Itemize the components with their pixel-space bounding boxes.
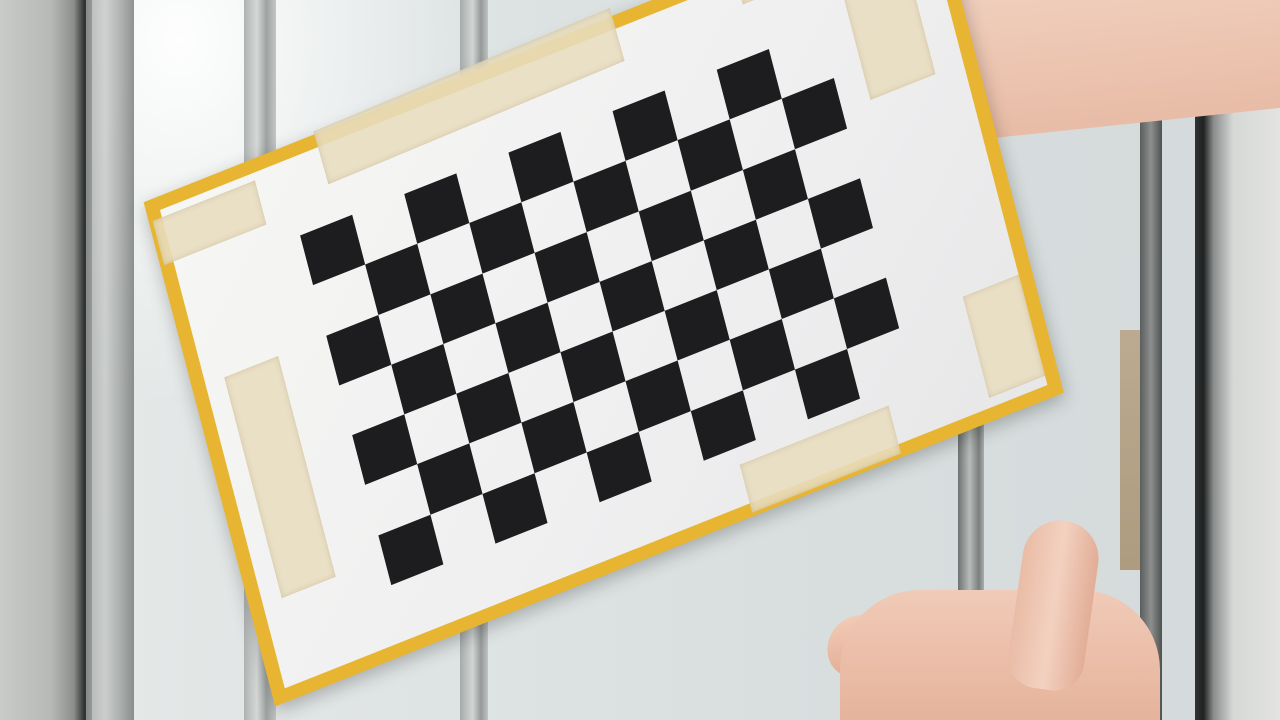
hand-bottom: [840, 590, 1160, 720]
calibration-board: [143, 0, 1064, 707]
photo-scene: [0, 0, 1280, 720]
